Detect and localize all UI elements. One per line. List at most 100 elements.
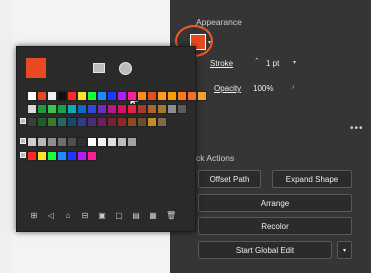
color-swatch[interactable]: [147, 117, 157, 127]
color-swatch[interactable]: [117, 137, 127, 147]
color-swatch[interactable]: [97, 91, 107, 101]
color-swatch[interactable]: [87, 137, 97, 147]
color-swatch[interactable]: [177, 104, 187, 114]
chevron-down-icon[interactable]: ▾: [293, 60, 296, 66]
trash-icon[interactable]: 🗑: [166, 212, 176, 220]
color-swatch[interactable]: [117, 104, 127, 114]
color-swatch[interactable]: [67, 151, 77, 161]
left-margin: [0, 0, 12, 273]
color-swatch[interactable]: [27, 151, 37, 161]
opacity-value[interactable]: 100%: [253, 85, 273, 93]
delete-swatch-icon[interactable]: ▢: [115, 212, 123, 220]
color-swatch[interactable]: [107, 117, 117, 127]
swatch-group-icon: [20, 152, 26, 158]
color-swatch[interactable]: [77, 91, 87, 101]
new-group-icon[interactable]: ⊟: [81, 212, 89, 220]
color-swatch[interactable]: [127, 137, 137, 147]
color-swatch[interactable]: [57, 137, 67, 147]
color-swatch[interactable]: [37, 151, 47, 161]
color-swatch[interactable]: [97, 104, 107, 114]
color-swatch[interactable]: [27, 91, 37, 101]
quick-actions-title: ck Actions: [196, 153, 235, 163]
expand-shape-button[interactable]: Expand Shape: [272, 170, 352, 188]
offset-path-button[interactable]: Offset Path: [198, 170, 261, 188]
color-swatch[interactable]: [57, 104, 67, 114]
color-swatch[interactable]: [127, 91, 137, 101]
color-swatch[interactable]: [57, 117, 67, 127]
color-swatch[interactable]: [87, 117, 97, 127]
color-swatch[interactable]: [167, 91, 177, 101]
color-swatch[interactable]: [77, 117, 87, 127]
swatch-group-icon: [20, 138, 26, 144]
color-swatch[interactable]: [47, 137, 57, 147]
chevron-down-icon[interactable]: ▾: [208, 40, 211, 46]
color-swatch[interactable]: [67, 137, 77, 147]
stroke-label[interactable]: Stroke: [210, 60, 233, 68]
opacity-label[interactable]: Opacity: [214, 85, 241, 93]
color-swatch[interactable]: [127, 104, 137, 114]
more-options-icon[interactable]: •••: [350, 124, 364, 134]
color-swatch[interactable]: [157, 91, 167, 101]
arrange-button[interactable]: Arrange: [198, 194, 352, 212]
new-swatch-icon[interactable]: ▣: [98, 212, 106, 220]
show-kinds-icon[interactable]: ◁: [47, 212, 55, 220]
color-swatch[interactable]: [77, 104, 87, 114]
color-swatch[interactable]: [77, 137, 87, 147]
color-swatch[interactable]: [37, 137, 47, 147]
folder-icon[interactable]: ▤: [132, 212, 140, 220]
color-swatch[interactable]: [117, 91, 127, 101]
color-swatch[interactable]: [47, 104, 57, 114]
color-swatch[interactable]: [57, 151, 67, 161]
color-swatch[interactable]: [177, 91, 187, 101]
color-swatch[interactable]: [77, 151, 87, 161]
color-swatch[interactable]: [67, 91, 77, 101]
color-swatch[interactable]: [157, 104, 167, 114]
start-global-edit-button[interactable]: Start Global Edit: [198, 241, 332, 259]
chevron-down-icon[interactable]: ▾: [337, 241, 352, 259]
appearance-title: Appearance: [196, 17, 242, 27]
color-swatch[interactable]: [127, 117, 137, 127]
color-swatch[interactable]: [27, 117, 37, 127]
recolor-button[interactable]: Recolor: [198, 217, 352, 235]
swatch-options-icon[interactable]: ⌂: [64, 212, 72, 220]
color-swatch[interactable]: [57, 91, 67, 101]
color-swatch[interactable]: [187, 91, 197, 101]
color-swatch[interactable]: [157, 117, 167, 127]
color-swatch[interactable]: [27, 137, 37, 147]
color-swatch[interactable]: [67, 104, 77, 114]
color-swatch[interactable]: [47, 91, 57, 101]
color-swatch[interactable]: [37, 104, 47, 114]
color-swatch[interactable]: [167, 104, 177, 114]
color-swatch[interactable]: [47, 151, 57, 161]
image-swatch-icon[interactable]: [93, 63, 105, 73]
stroke-value[interactable]: 1 pt: [266, 60, 279, 68]
current-fill-swatch[interactable]: [26, 58, 46, 78]
color-swatch[interactable]: [97, 137, 107, 147]
color-swatch[interactable]: [37, 117, 47, 127]
color-swatch[interactable]: [147, 91, 157, 101]
color-swatch[interactable]: [107, 104, 117, 114]
swatch-group-icon: [20, 118, 26, 124]
chevron-right-icon[interactable]: ›: [292, 84, 294, 91]
color-swatch[interactable]: [107, 91, 117, 101]
page-icon[interactable]: ▦: [149, 212, 157, 220]
color-swatch[interactable]: [37, 91, 47, 101]
color-swatch[interactable]: [117, 117, 127, 127]
color-swatch[interactable]: [27, 104, 37, 114]
color-swatch[interactable]: [147, 104, 157, 114]
stage: Appearance ▾ ▪ Stroke ⌃ 1 pt ▾ Opacity 1…: [0, 0, 371, 273]
color-swatch[interactable]: [137, 117, 147, 127]
color-swatch[interactable]: [67, 117, 77, 127]
color-swatch[interactable]: [97, 117, 107, 127]
color-swatch[interactable]: [197, 91, 207, 101]
stroke-stepper-icon[interactable]: ⌃: [254, 58, 260, 65]
color-swatch[interactable]: [137, 104, 147, 114]
color-swatch[interactable]: [47, 117, 57, 127]
color-swatch[interactable]: [87, 151, 97, 161]
color-swatch[interactable]: [87, 104, 97, 114]
color-swatch[interactable]: [137, 91, 147, 101]
library-icon[interactable]: ⊞: [30, 212, 38, 220]
color-wheel-icon[interactable]: [119, 62, 132, 75]
color-swatch[interactable]: [107, 137, 117, 147]
color-swatch[interactable]: [87, 91, 97, 101]
